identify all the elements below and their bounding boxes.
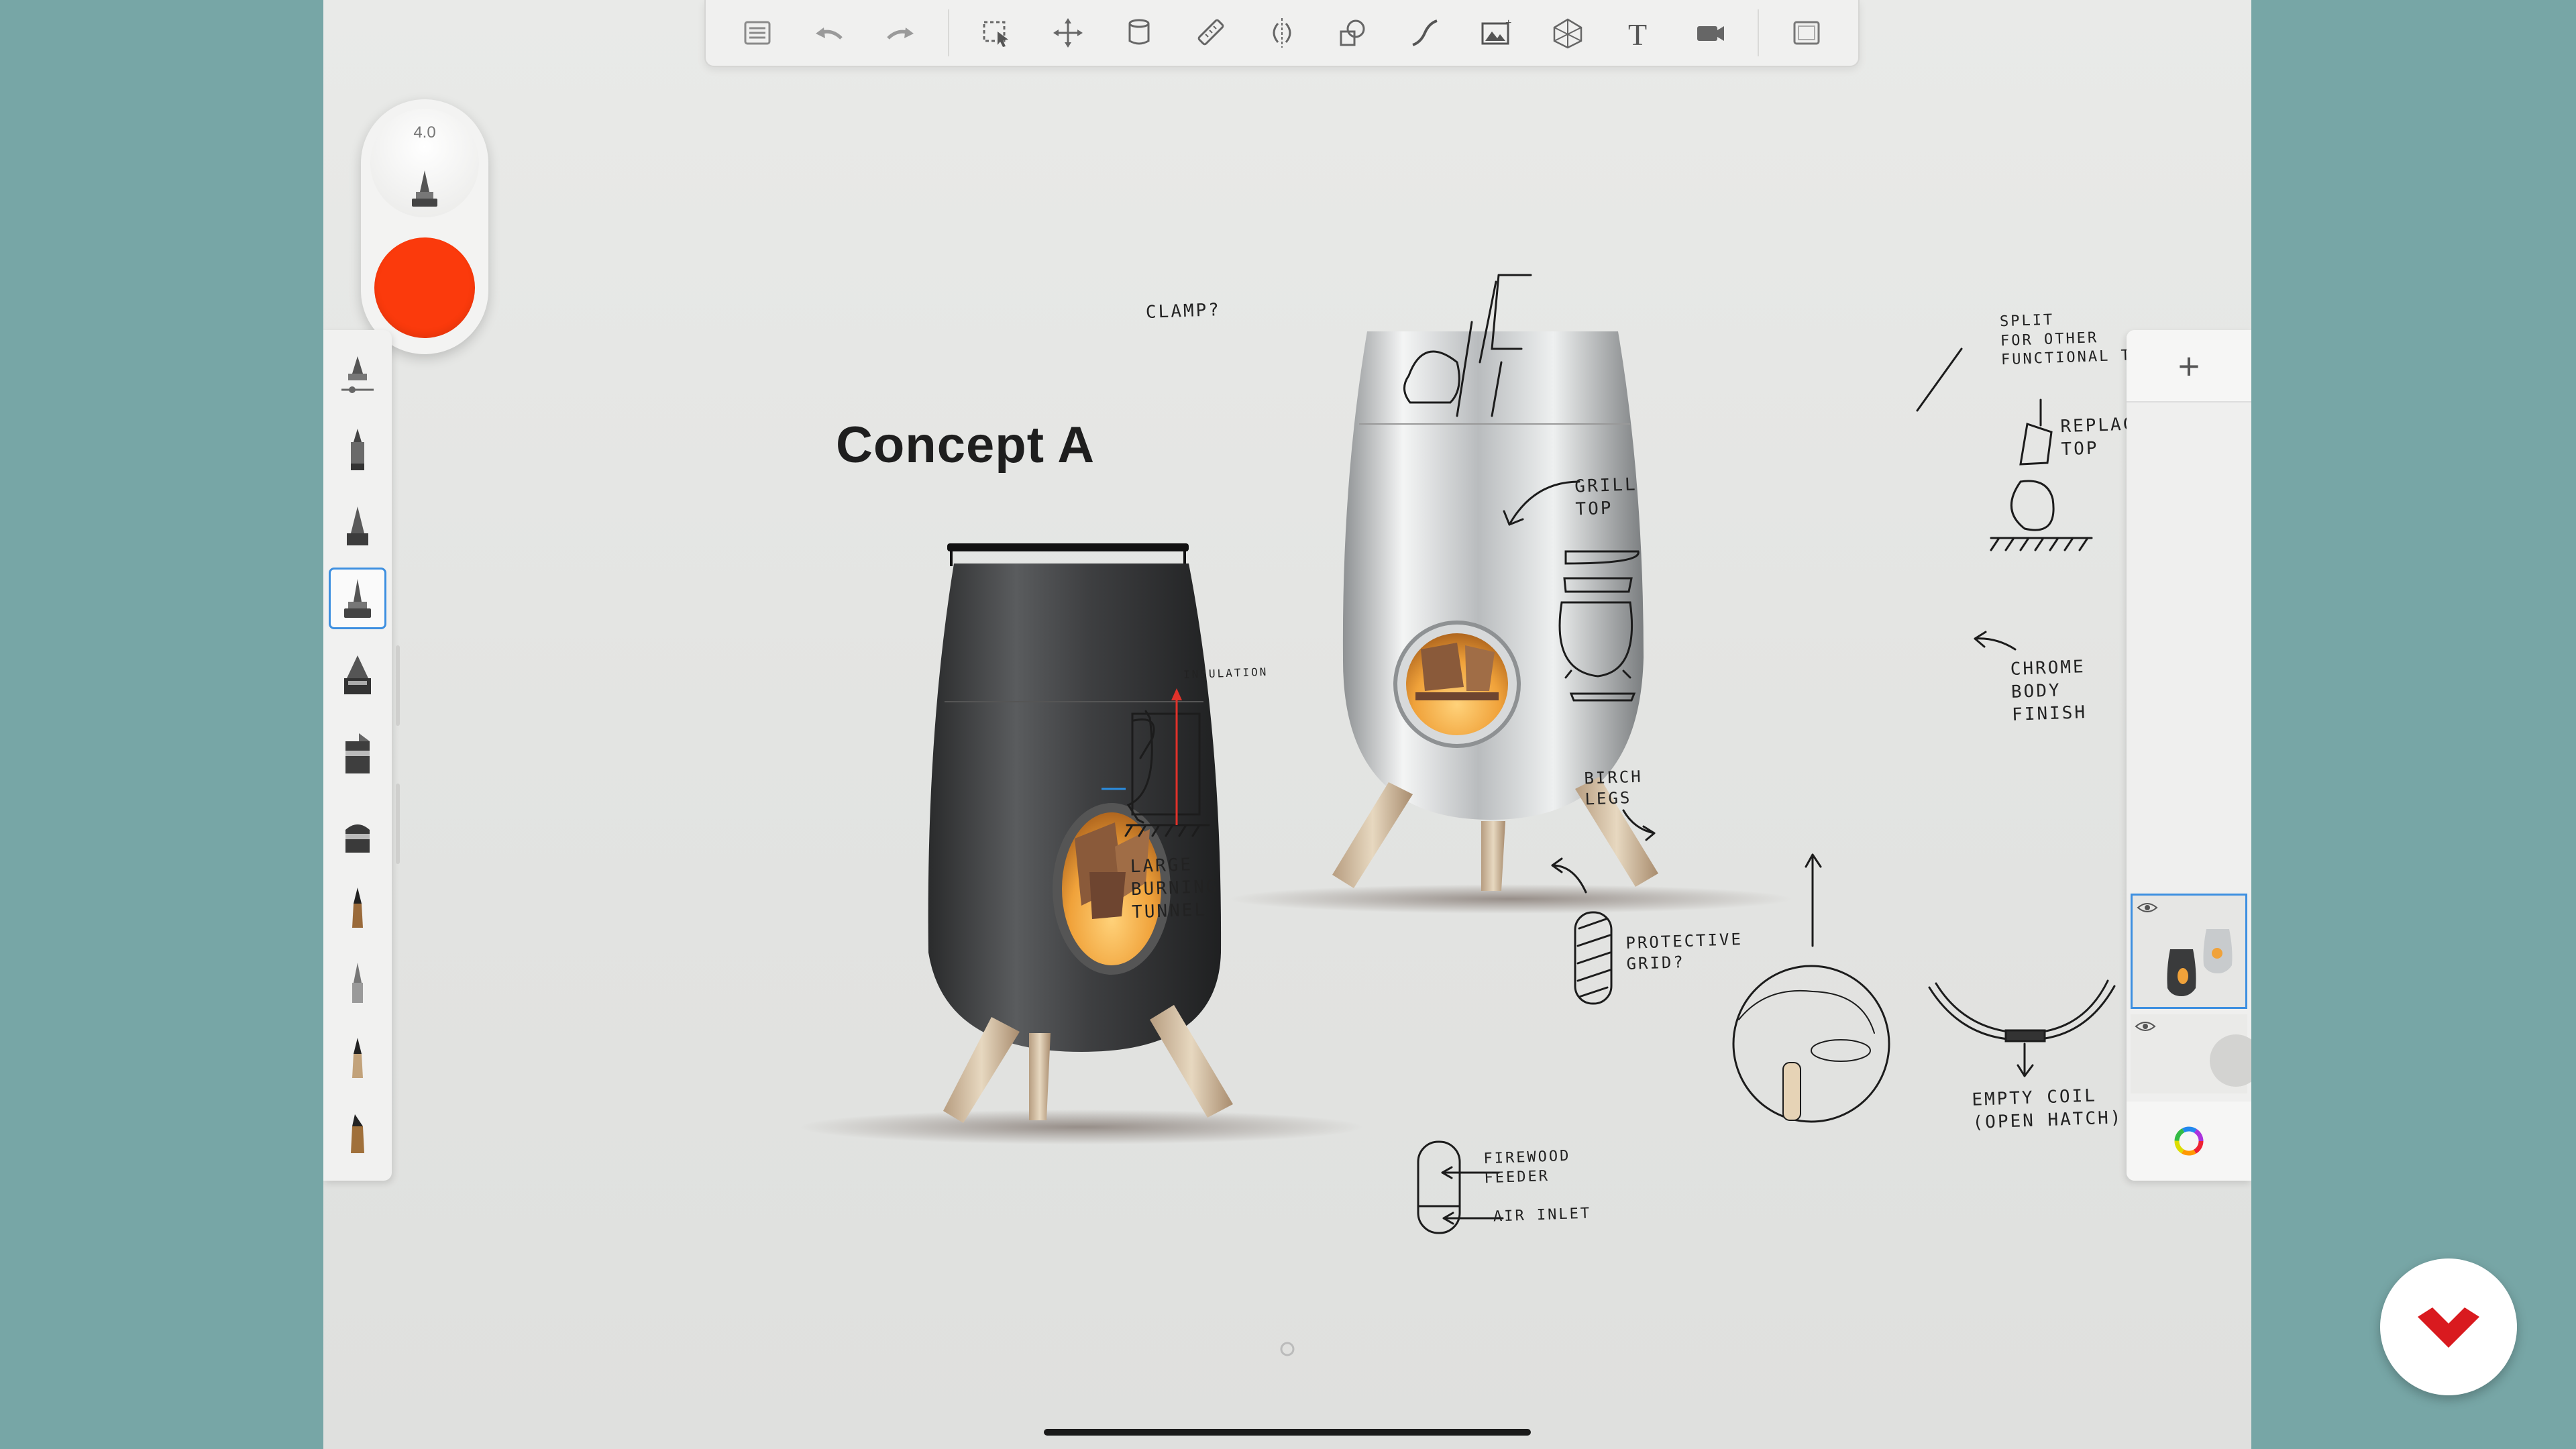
note-clamp: CLAMP? bbox=[1145, 300, 1222, 323]
brush-size-control[interactable]: 4.0 bbox=[370, 109, 479, 217]
note-birch-legs: BIRCH LEGS bbox=[1583, 767, 1644, 809]
chisel-marker-brush-icon[interactable] bbox=[329, 1103, 386, 1165]
note-firewood-feeder: FIREWOOD FEEDER bbox=[1483, 1147, 1571, 1187]
brush-tip-icon bbox=[412, 170, 437, 207]
flat-brush-icon[interactable] bbox=[329, 802, 386, 864]
note-grill-top: GRILL TOP bbox=[1574, 474, 1638, 520]
note-air-inlet: AIR INLET bbox=[1493, 1205, 1592, 1226]
pen-brush-icon[interactable] bbox=[329, 495, 386, 557]
note-burning-tunnel: LARGE BURNING TUNNEL bbox=[1130, 855, 1220, 922]
concept-title: Concept A bbox=[836, 417, 1095, 474]
note-insulation: INSULATION bbox=[1183, 665, 1269, 682]
fineliner-brush-icon[interactable] bbox=[329, 953, 386, 1014]
eye-icon[interactable] bbox=[2137, 901, 2158, 914]
layers-panel: + bbox=[2127, 330, 2251, 1181]
brush-settings-icon[interactable] bbox=[329, 343, 386, 405]
pencil-brush-icon[interactable] bbox=[329, 877, 386, 939]
note-protective-grid: PROTECTIVE GRID? bbox=[1625, 929, 1743, 974]
palette-drag-handle[interactable] bbox=[396, 645, 400, 726]
background-layer[interactable] bbox=[2131, 1014, 2251, 1093]
palette-drag-handle[interactable] bbox=[396, 784, 400, 864]
color-wheel-button[interactable] bbox=[2127, 1102, 2251, 1181]
color-wheel-icon bbox=[2174, 1126, 2204, 1156]
note-chrome-finish: CHROME BODY FINISH bbox=[2010, 657, 2088, 725]
brand-logo-icon bbox=[2418, 1307, 2479, 1348]
sketch-canvas[interactable] bbox=[323, 0, 2251, 1449]
marker-brush-icon[interactable] bbox=[329, 419, 386, 480]
chrome-stove-shadow bbox=[1229, 884, 1792, 914]
dark-stove bbox=[928, 543, 1233, 1123]
brush-palette bbox=[323, 330, 392, 1181]
brush-puck[interactable]: 4.0 bbox=[361, 99, 488, 354]
brand-logo bbox=[2380, 1258, 2517, 1395]
ink-pen-brush-icon[interactable] bbox=[329, 1028, 386, 1089]
note-ash-pan: EMPTY COIL (OPEN HATCH) bbox=[1971, 1085, 2123, 1133]
background-color-swatch[interactable] bbox=[2210, 1034, 2251, 1087]
brush-color-swatch[interactable] bbox=[374, 237, 475, 338]
ipad-screen: + T Concept A CLAMP? SPLIT FOR OTHER FUN… bbox=[323, 0, 2251, 1449]
eye-icon[interactable] bbox=[2135, 1020, 2156, 1033]
activity-indicator-icon bbox=[1280, 1342, 1295, 1356]
layer-thumbnail-selected[interactable] bbox=[2131, 894, 2247, 1009]
layer-preview bbox=[2167, 929, 2233, 996]
brush-size-label: 4.0 bbox=[413, 123, 436, 142]
ballpoint-brush-icon[interactable] bbox=[329, 568, 386, 629]
dark-stove-shadow bbox=[800, 1110, 1363, 1144]
home-indicator[interactable] bbox=[1044, 1429, 1531, 1436]
paintbrush-icon[interactable] bbox=[329, 723, 386, 785]
add-layer-button[interactable]: + bbox=[2127, 330, 2251, 402]
airbrush-icon[interactable] bbox=[329, 644, 386, 706]
